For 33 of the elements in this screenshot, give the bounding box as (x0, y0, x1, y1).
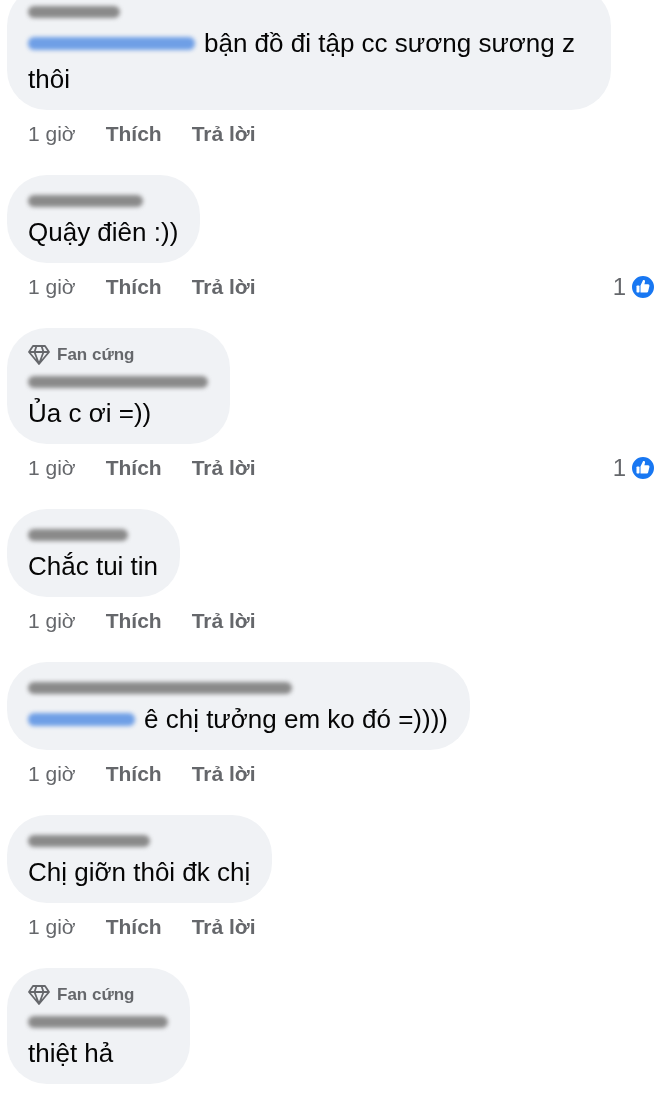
comment-time: 1 giờ (28, 609, 76, 633)
reply-button[interactable]: Trả lời (191, 915, 256, 939)
reply-button[interactable]: Trả lời (191, 456, 256, 480)
comment-text: Quậy điên :)) (28, 217, 179, 247)
thumbs-up-icon (630, 455, 656, 481)
reaction-count-button[interactable]: 1 (612, 273, 656, 301)
fan-badge-label: Fan cứng (57, 345, 135, 365)
comment-text: Ủa c ơi =)) (28, 398, 152, 428)
comment-text: thiệt hả (28, 1038, 114, 1068)
comment-time: 1 giờ (28, 275, 76, 299)
thumbs-up-icon (630, 274, 656, 300)
comment-text: ê chị tưởng em ko đó =)))) (144, 704, 448, 734)
like-button[interactable]: Thích (105, 609, 162, 633)
diamond-icon (28, 985, 50, 1005)
reply-button[interactable]: Trả lời (191, 762, 256, 786)
diamond-icon (28, 345, 50, 365)
reply-button[interactable]: Trả lời (191, 122, 256, 146)
comment-text: Chị giỡn thôi đk chị (28, 857, 251, 887)
reply-button[interactable]: Trả lời (191, 275, 256, 299)
like-button[interactable]: Thích (105, 456, 162, 480)
comment-time: 1 giờ (28, 915, 76, 939)
comment-time: 1 giờ (28, 122, 76, 146)
like-button[interactable]: Thích (105, 915, 162, 939)
comment-time: 1 giờ (28, 456, 76, 480)
reaction-count-button[interactable]: 1 (612, 454, 656, 482)
like-button[interactable]: Thích (105, 122, 162, 146)
like-button[interactable]: Thích (105, 762, 162, 786)
fan-badge-label: Fan cứng (57, 985, 135, 1005)
like-button[interactable]: Thích (105, 275, 162, 299)
reply-button[interactable]: Trả lời (191, 609, 256, 633)
comment-text: bận đồ đi tập cc sương sương z thôi (28, 28, 576, 94)
comment-text: Chắc tui tin (28, 551, 159, 581)
comment-time: 1 giờ (28, 762, 76, 786)
